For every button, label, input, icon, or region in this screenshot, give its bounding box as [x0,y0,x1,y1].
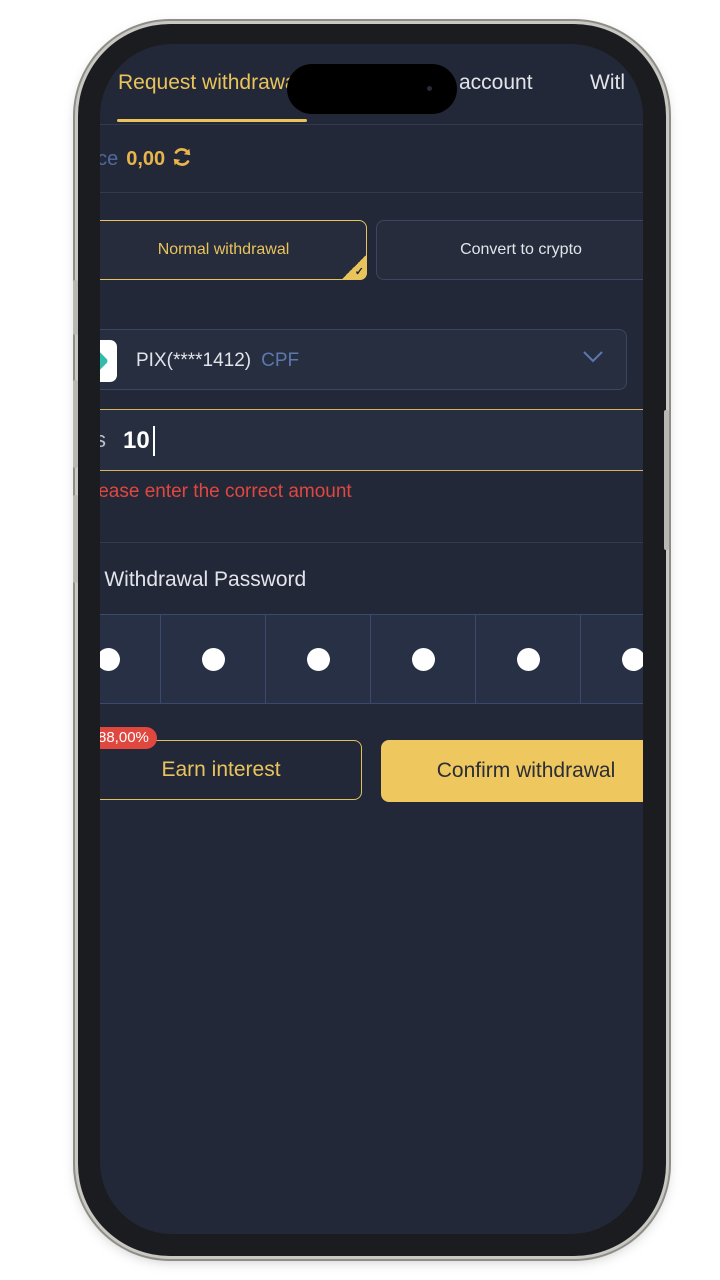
text-caret [153,426,155,456]
pin-cell[interactable] [580,615,643,703]
pin-input[interactable] [100,614,643,704]
confirm-withdrawal-label: Confirm withdrawal [436,759,616,782]
refresh-icon[interactable] [171,146,193,174]
balance-value: 0,00 [126,148,166,170]
volume-up-button [73,380,78,468]
pin-cell[interactable] [475,615,580,703]
tab-withdrawal-records[interactable]: Witl [590,71,625,95]
interest-rate-badge: 88,00% [100,727,157,749]
active-tab-indicator [117,119,307,122]
pin-dot [202,648,225,671]
amount-input[interactable] [123,423,423,459]
volume-down-button [73,495,78,583]
confirm-withdrawal-button[interactable]: Confirm withdrawal [381,740,643,802]
pin-dot [307,648,330,671]
dynamic-island [287,64,457,114]
convert-to-crypto-label: Convert to crypto [460,241,582,258]
mute-switch [73,280,78,335]
power-button [664,410,669,550]
balance-label: nce [100,148,119,170]
account-label: PIX(****1412) CPF [136,350,299,372]
currency-prefix: s [100,427,106,452]
pin-cell[interactable] [265,615,370,703]
pin-cell[interactable] [100,615,160,703]
pin-cell[interactable] [370,615,475,703]
section-divider [100,192,643,193]
pin-cell[interactable] [160,615,265,703]
section-divider [100,542,643,543]
normal-withdrawal-label: Normal withdrawal [157,241,290,258]
earn-interest-button[interactable]: Earn interest [100,740,362,800]
camera-dot [427,86,432,91]
earn-interest-label: Earn interest [161,758,281,781]
account-select[interactable]: PIX(****1412) CPF [100,329,627,390]
normal-withdrawal-button[interactable]: Normal withdrawal ✓ [100,220,367,280]
pin-dot [100,648,120,671]
balance-row: nce 0,00 [100,146,193,174]
password-label: y Withdrawal Password [100,568,307,591]
tab-request-withdrawal[interactable]: Request withdrawal [118,71,301,95]
pin-dot [517,648,540,671]
pin-dot [412,648,435,671]
tab-account[interactable]: account [459,71,533,95]
chevron-down-icon [582,350,604,369]
amount-field[interactable]: s [100,409,643,471]
pix-logo-icon [100,340,117,382]
tabs-divider [100,124,643,125]
amount-error-message: lease enter the correct amount [100,481,352,502]
account-type: CPF [261,350,300,371]
selected-check-corner: ✓ [341,254,367,280]
convert-to-crypto-button[interactable]: Convert to crypto [376,220,643,280]
check-icon: ✓ [354,266,364,278]
app-screen: Request withdrawal account Witl nce0,00 … [100,44,643,1234]
account-number: PIX(****1412) [136,350,252,371]
pin-dot [622,648,643,671]
